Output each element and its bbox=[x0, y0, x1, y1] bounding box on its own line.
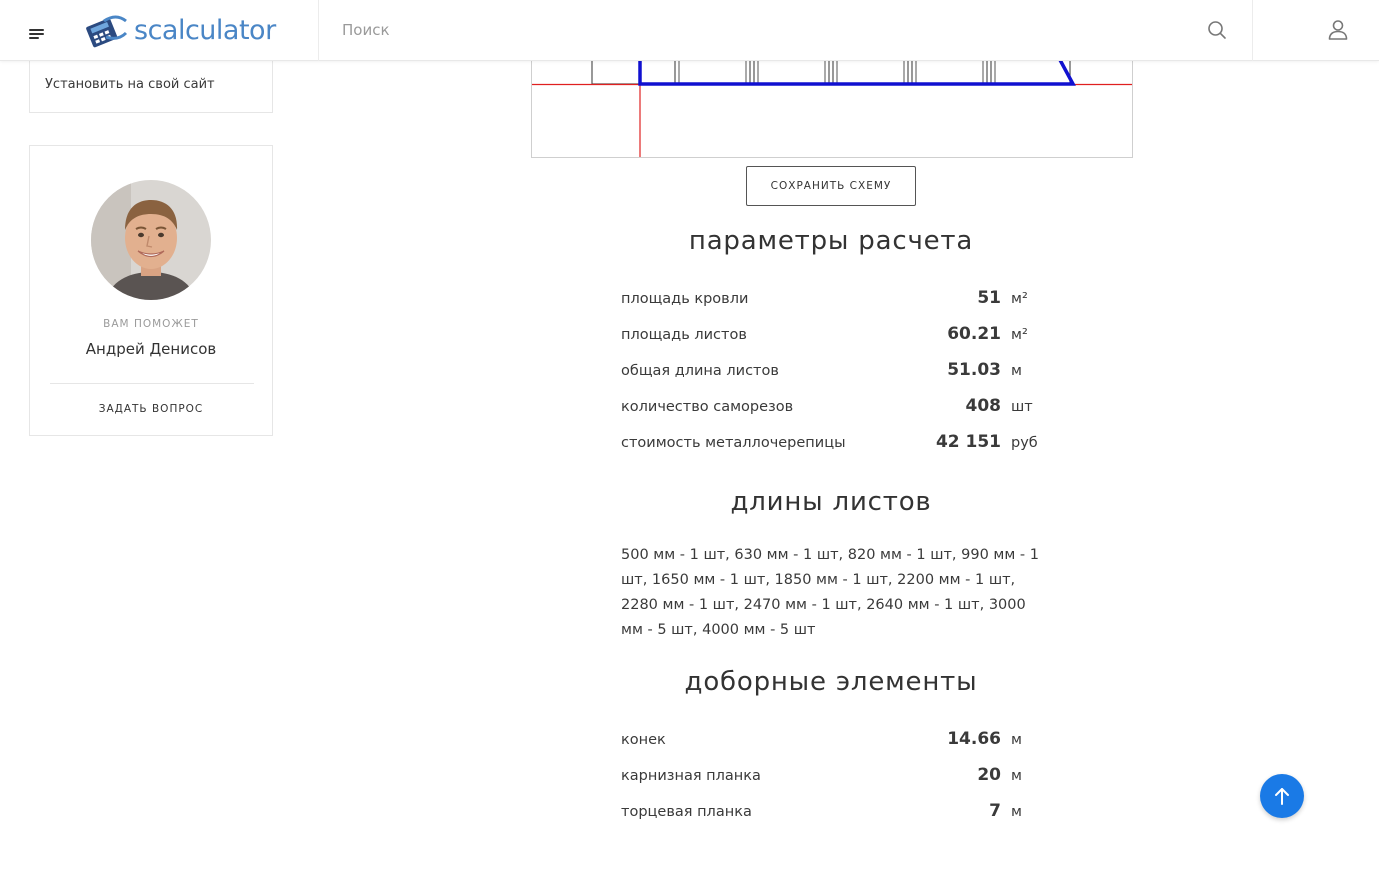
extra-unit: м bbox=[1011, 768, 1022, 784]
header-divider bbox=[318, 0, 319, 61]
param-row: площадь листов 60.21 м² bbox=[621, 324, 1061, 348]
ask-question-button[interactable]: ЗАДАТЬ ВОПРОС bbox=[30, 403, 272, 415]
extra-row: карнизная планка 20 м bbox=[621, 765, 1061, 789]
search-input[interactable] bbox=[330, 12, 1190, 48]
param-row: количество саморезов 408 шт bbox=[621, 396, 1061, 420]
lengths-title: длины листов bbox=[730, 487, 932, 517]
param-label: общая длина листов bbox=[621, 363, 779, 379]
extra-unit: м bbox=[1011, 804, 1022, 820]
param-row: общая длина листов 51.03 м bbox=[621, 360, 1061, 384]
param-value: 51.03 bbox=[947, 360, 1001, 380]
extra-label: конек bbox=[621, 732, 666, 748]
param-label: площадь листов bbox=[621, 327, 747, 343]
scroll-to-top-button[interactable] bbox=[1260, 774, 1304, 818]
sheet-lengths-text: 500 мм - 1 шт, 630 мм - 1 шт, 820 мм - 1… bbox=[621, 547, 1039, 638]
param-unit: м² bbox=[1011, 291, 1028, 307]
logo-icon bbox=[86, 15, 128, 48]
helper-card: ВАМ ПОМОЖЕТ Андрей Денисов ЗАДАТЬ ВОПРОС bbox=[29, 145, 273, 436]
param-unit: шт bbox=[1011, 399, 1033, 415]
extras-title: доборные элементы bbox=[684, 667, 978, 697]
search-icon[interactable] bbox=[1206, 19, 1228, 41]
extra-unit: м bbox=[1011, 732, 1022, 748]
param-label: стоимость металлочерепицы bbox=[621, 435, 846, 451]
params-title: параметры расчета bbox=[688, 226, 974, 256]
helper-name: Андрей Денисов bbox=[85, 340, 217, 358]
param-value: 60.21 bbox=[947, 324, 1001, 344]
extra-label: карнизная планка bbox=[621, 768, 761, 784]
extra-value: 20 bbox=[977, 765, 1001, 785]
param-value: 42 151 bbox=[935, 432, 1001, 452]
avatar bbox=[91, 180, 211, 300]
param-value: 408 bbox=[965, 396, 1002, 416]
param-value: 51 bbox=[977, 288, 1001, 308]
extra-row: торцевая планка 7 м bbox=[621, 801, 1061, 825]
arrow-up-icon bbox=[1275, 788, 1289, 805]
param-unit: руб bbox=[1011, 435, 1038, 451]
extra-label: торцевая планка bbox=[621, 804, 752, 820]
param-row: площадь кровли 51 м² bbox=[621, 288, 1061, 312]
helper-caption: ВАМ ПОМОЖЕТ bbox=[103, 318, 199, 330]
param-unit: м bbox=[1011, 363, 1022, 379]
extra-value: 14.66 bbox=[947, 729, 1001, 749]
menu-icon[interactable] bbox=[24, 18, 50, 44]
divider bbox=[50, 383, 254, 384]
install-widget-link[interactable]: Установить на свой сайт bbox=[45, 77, 215, 92]
user-icon[interactable] bbox=[1326, 18, 1350, 42]
top-header: scalculator bbox=[0, 0, 1379, 61]
header-divider bbox=[1252, 0, 1253, 61]
extra-row: конек 14.66 м bbox=[621, 729, 1061, 753]
param-label: площадь кровли bbox=[621, 291, 749, 307]
param-row: стоимость металлочерепицы 42 151 руб bbox=[621, 432, 1061, 456]
logo-text: scalculator bbox=[134, 14, 276, 46]
param-unit: м² bbox=[1011, 327, 1028, 343]
extra-value: 7 bbox=[989, 801, 1001, 821]
param-label: количество саморезов bbox=[621, 399, 794, 415]
save-scheme-button[interactable]: СОХРАНИТЬ СХЕМУ bbox=[746, 166, 916, 206]
logo[interactable]: scalculator bbox=[84, 10, 276, 50]
